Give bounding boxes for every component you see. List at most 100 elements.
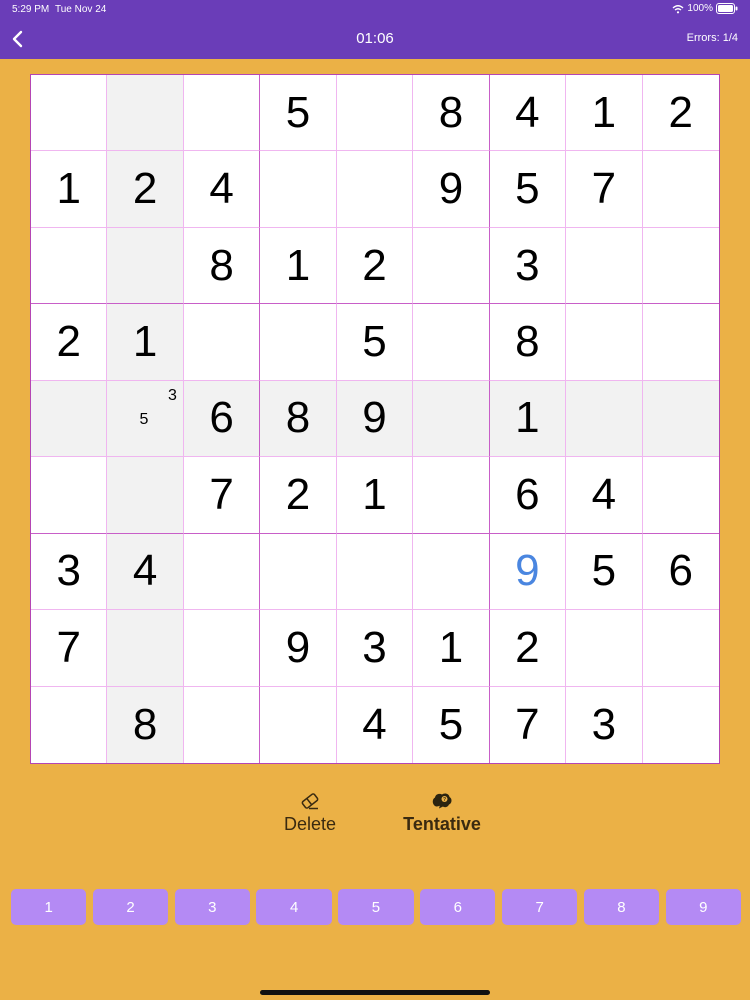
sudoku-cell-r5c5[interactable] bbox=[413, 457, 490, 534]
sudoku-cell-r5c2[interactable]: 7 bbox=[183, 457, 261, 534]
sudoku-cell-r0c5[interactable]: 8 bbox=[413, 75, 490, 152]
sudoku-cell-r2c3[interactable]: 1 bbox=[260, 227, 337, 305]
sudoku-cell-r8c4[interactable]: 4 bbox=[337, 686, 414, 763]
sudoku-cell-r0c6[interactable]: 4 bbox=[489, 75, 567, 152]
sudoku-cell-r3c1[interactable]: 1 bbox=[107, 304, 184, 381]
sudoku-cell-r5c4[interactable]: 1 bbox=[336, 457, 414, 534]
sudoku-cell-r4c3[interactable]: 8 bbox=[260, 380, 337, 458]
sudoku-cell-r6c7[interactable]: 5 bbox=[566, 533, 643, 611]
number-key-2[interactable]: 2 bbox=[92, 889, 169, 925]
sudoku-cell-r1c3[interactable] bbox=[260, 151, 337, 228]
sudoku-cell-r8c5[interactable]: 5 bbox=[413, 686, 490, 763]
sudoku-cell-r6c2[interactable] bbox=[183, 533, 261, 611]
sudoku-cell-r6c0[interactable]: 3 bbox=[31, 533, 108, 611]
sudoku-cell-r7c3[interactable]: 9 bbox=[260, 610, 337, 687]
sudoku-cell-r4c1[interactable]: 35 bbox=[107, 380, 184, 458]
number-key-9[interactable]: 9 bbox=[665, 889, 741, 925]
sudoku-cell-r7c1[interactable] bbox=[107, 610, 184, 687]
sudoku-cell-r1c6[interactable]: 5 bbox=[489, 151, 567, 228]
sudoku-cell-r0c7[interactable]: 1 bbox=[566, 75, 643, 152]
sudoku-cell-r7c4[interactable]: 3 bbox=[336, 610, 414, 687]
sudoku-cell-r6c4[interactable] bbox=[336, 533, 414, 611]
sudoku-cell-r4c6[interactable]: 1 bbox=[489, 380, 567, 458]
sudoku-cell-r5c6[interactable]: 6 bbox=[489, 457, 567, 534]
sudoku-cell-r4c5[interactable] bbox=[413, 380, 490, 458]
sudoku-cell-r0c0[interactable] bbox=[31, 75, 108, 152]
sudoku-cell-r3c7[interactable] bbox=[566, 304, 643, 381]
cell-digit: 2 bbox=[285, 469, 311, 519]
battery-icon bbox=[716, 3, 738, 14]
sudoku-cell-r8c2[interactable] bbox=[184, 686, 261, 763]
sudoku-cell-r1c2[interactable]: 4 bbox=[183, 151, 261, 228]
sudoku-cell-r3c8[interactable] bbox=[642, 304, 719, 381]
sudoku-cell-r3c4[interactable]: 5 bbox=[336, 304, 414, 381]
cell-digit: 1 bbox=[56, 164, 81, 214]
sudoku-cell-r5c1[interactable] bbox=[107, 457, 184, 534]
sudoku-cell-r7c2[interactable] bbox=[183, 610, 261, 687]
sudoku-cell-r3c5[interactable] bbox=[413, 304, 490, 381]
sudoku-cell-r1c5[interactable]: 9 bbox=[413, 151, 490, 228]
sudoku-cell-r6c8[interactable]: 6 bbox=[642, 534, 719, 611]
sudoku-cell-r0c1[interactable] bbox=[107, 75, 184, 152]
sudoku-cell-r4c0[interactable] bbox=[31, 380, 108, 458]
sudoku-cell-r4c8[interactable] bbox=[642, 380, 719, 458]
sudoku-cell-r4c2[interactable]: 6 bbox=[183, 380, 261, 458]
number-key-7[interactable]: 7 bbox=[501, 889, 578, 925]
sudoku-cell-r5c7[interactable]: 4 bbox=[566, 457, 643, 534]
sudoku-cell-r5c3[interactable]: 2 bbox=[260, 457, 337, 534]
game-timer: 01:06 bbox=[356, 30, 394, 47]
sudoku-cell-r8c6[interactable]: 7 bbox=[490, 686, 567, 763]
sudoku-cell-r3c2[interactable] bbox=[183, 304, 261, 381]
sudoku-cell-r0c3[interactable]: 5 bbox=[260, 75, 337, 152]
sudoku-cell-r2c5[interactable] bbox=[413, 227, 490, 305]
sudoku-cell-r3c6[interactable]: 8 bbox=[489, 304, 567, 381]
sudoku-cell-r6c5[interactable] bbox=[413, 533, 490, 611]
sudoku-cell-r4c4[interactable]: 9 bbox=[336, 380, 414, 458]
sudoku-cell-r8c3[interactable] bbox=[260, 686, 337, 763]
number-key-4[interactable]: 4 bbox=[256, 889, 332, 925]
sudoku-cell-r7c8[interactable] bbox=[642, 610, 719, 687]
tentative-button[interactable]: ? Tentative bbox=[390, 792, 494, 835]
sudoku-cell-r0c8[interactable]: 2 bbox=[642, 75, 719, 152]
sudoku-cell-r6c6[interactable]: 9 bbox=[489, 533, 567, 611]
sudoku-cell-r0c2[interactable] bbox=[183, 75, 261, 152]
sudoku-cell-r2c1[interactable] bbox=[107, 227, 184, 305]
sudoku-cell-r6c1[interactable]: 4 bbox=[107, 533, 184, 611]
sudoku-cell-r8c8[interactable] bbox=[643, 687, 719, 763]
sudoku-cell-r1c4[interactable] bbox=[336, 151, 414, 228]
sudoku-cell-r7c7[interactable] bbox=[566, 610, 643, 687]
number-key-5[interactable]: 5 bbox=[338, 889, 414, 925]
sudoku-cell-r7c0[interactable]: 7 bbox=[31, 610, 108, 687]
sudoku-cell-r1c8[interactable] bbox=[642, 151, 719, 228]
sudoku-cell-r8c1[interactable]: 8 bbox=[107, 686, 184, 763]
sudoku-cell-r5c0[interactable] bbox=[31, 457, 108, 534]
sudoku-cell-r2c8[interactable] bbox=[642, 228, 719, 305]
sudoku-cell-r4c7[interactable] bbox=[566, 380, 643, 458]
sudoku-cell-r2c7[interactable] bbox=[566, 227, 643, 305]
sudoku-cell-r7c5[interactable]: 1 bbox=[413, 610, 490, 687]
sudoku-cell-r2c0[interactable] bbox=[31, 227, 108, 305]
sudoku-cell-r1c0[interactable]: 1 bbox=[31, 151, 108, 228]
number-key-1[interactable]: 1 bbox=[11, 889, 87, 925]
sudoku-cell-r7c6[interactable]: 2 bbox=[489, 610, 567, 687]
sudoku-cell-r6c3[interactable] bbox=[260, 533, 337, 611]
number-key-6[interactable]: 6 bbox=[420, 889, 496, 925]
cell-digit: 3 bbox=[362, 622, 387, 672]
number-key-3[interactable]: 3 bbox=[174, 889, 250, 925]
delete-button[interactable]: Delete bbox=[270, 792, 350, 835]
number-key-8[interactable]: 8 bbox=[583, 889, 660, 925]
status-indicators: 100% bbox=[672, 3, 738, 14]
sudoku-cell-r8c0[interactable] bbox=[31, 686, 108, 763]
sudoku-cell-r1c1[interactable]: 2 bbox=[107, 151, 184, 228]
sudoku-cell-r2c4[interactable]: 2 bbox=[336, 227, 414, 305]
cell-digit: 2 bbox=[515, 622, 540, 672]
sudoku-cell-r2c2[interactable]: 8 bbox=[183, 227, 261, 305]
sudoku-cell-r8c7[interactable]: 3 bbox=[566, 686, 643, 763]
sudoku-cell-r5c8[interactable] bbox=[642, 457, 719, 534]
sudoku-cell-r2c6[interactable]: 3 bbox=[489, 227, 567, 305]
sudoku-cell-r1c7[interactable]: 7 bbox=[566, 151, 643, 228]
sudoku-cell-r3c3[interactable] bbox=[260, 304, 337, 381]
number-pad: 123456789 bbox=[11, 889, 741, 926]
sudoku-cell-r3c0[interactable]: 2 bbox=[31, 304, 108, 381]
sudoku-cell-r0c4[interactable] bbox=[336, 75, 414, 152]
